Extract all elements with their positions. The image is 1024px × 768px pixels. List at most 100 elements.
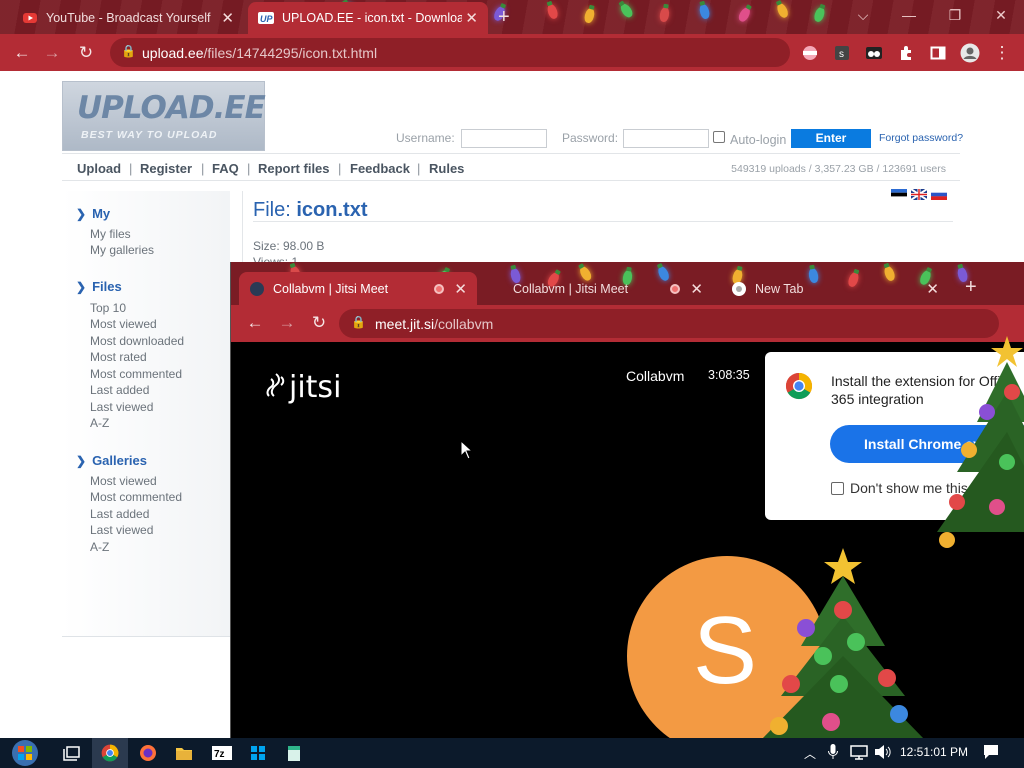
sidebar-link-gallery-most-commented[interactable]: Most commented <box>90 490 182 504</box>
sidebar-heading-my[interactable]: ❯ My <box>76 206 110 221</box>
forgot-password-link[interactable]: Forgot password? <box>879 132 963 144</box>
sidebar-link-most-rated[interactable]: Most rated <box>90 350 147 364</box>
site-logo[interactable]: UPLOAD.EE BEST WAY TO UPLOAD <box>62 81 266 151</box>
nav-faq[interactable]: FAQ <box>212 161 239 176</box>
nav-upload[interactable]: Upload <box>77 161 121 176</box>
close-icon[interactable]: ✕ <box>454 280 467 298</box>
sidebar-link-gallery-last-added[interactable]: Last added <box>90 507 149 521</box>
dont-show-checkbox[interactable] <box>831 482 844 495</box>
title-divider <box>253 221 953 222</box>
notifications-icon[interactable] <box>983 744 999 763</box>
window-close-icon[interactable]: ✕ <box>978 0 1024 30</box>
sidebar-link-gallery-a-z[interactable]: A-Z <box>90 540 109 554</box>
microphone-icon[interactable] <box>828 744 838 763</box>
estonian-flag-icon[interactable] <box>891 189 907 200</box>
logo-tagline: BEST WAY TO UPLOAD <box>81 129 218 141</box>
url-host: upload.ee <box>142 44 204 61</box>
close-icon[interactable]: ✕ <box>221 9 234 27</box>
decoration-light <box>658 6 671 23</box>
tab-upload-ee[interactable]: UP UPLOAD.EE - icon.txt - Download ✕ <box>248 2 488 34</box>
nav-register[interactable]: Register <box>140 161 192 176</box>
inner-tab-collabvm-1[interactable]: Collabvm | Jitsi Meet ✕ <box>239 272 477 305</box>
close-icon[interactable]: ✕ <box>690 280 703 298</box>
inner-address-bar[interactable]: 🔒 meet.jit.si/collabvm <box>339 309 999 338</box>
extension-glasses-icon[interactable] <box>862 41 886 65</box>
menu-icon[interactable]: ⋮ <box>990 41 1014 65</box>
sidebar-link-top-10[interactable]: Top 10 <box>90 301 126 315</box>
jitsi-logo[interactable]: jitsi <box>263 370 341 405</box>
chevron-right-icon: ❯ <box>76 454 87 468</box>
reload-icon[interactable]: ↻ <box>307 311 331 335</box>
taskbar-file-explorer[interactable] <box>166 738 202 768</box>
sidebar-link-last-added[interactable]: Last added <box>90 383 149 397</box>
english-flag-icon[interactable] <box>911 189 927 200</box>
taskbar-7zip[interactable]: 7z <box>204 738 240 768</box>
new-tab-button[interactable]: + <box>498 6 510 29</box>
tab-title: New Tab <box>755 281 804 296</box>
enter-button[interactable]: Enter <box>791 129 871 148</box>
sidebar-heading-galleries[interactable]: ❯ Galleries <box>76 453 147 468</box>
tab-search-icon[interactable]: ⌵ <box>840 0 886 30</box>
password-input[interactable] <box>623 129 709 148</box>
nav-feedback[interactable]: Feedback <box>350 161 410 176</box>
sidebar-link-last-viewed[interactable]: Last viewed <box>90 400 153 414</box>
inner-tab-new-tab[interactable]: New Tab ✕ <box>721 272 949 305</box>
address-bar[interactable]: 🔒 upload.ee/files/14744295/icon.txt.html <box>110 38 790 67</box>
sidebar-icon[interactable] <box>926 41 950 65</box>
volume-icon[interactable] <box>874 744 892 763</box>
russian-flag-icon[interactable] <box>931 189 947 200</box>
tab-youtube[interactable]: YouTube - Broadcast Yourself ✕ <box>12 2 244 34</box>
nav-separator: | <box>417 161 421 176</box>
reload-icon[interactable]: ↻ <box>74 41 98 65</box>
extensions-puzzle-icon[interactable] <box>894 41 918 65</box>
taskbar-clock[interactable]: 12:51:01 PM <box>900 745 968 759</box>
task-view-button[interactable] <box>54 738 90 768</box>
avatar-letter: S <box>693 597 758 704</box>
forward-icon[interactable]: → <box>275 311 299 335</box>
url-host: meet.jit.si <box>375 315 435 332</box>
sidebar-heading-files[interactable]: ❯ Files <box>76 279 122 294</box>
close-icon[interactable]: ✕ <box>465 9 478 27</box>
sidebar-link-most-commented[interactable]: Most commented <box>90 367 182 381</box>
outer-tab-strip: YouTube - Broadcast Yourself ✕ UP UPLOAD… <box>0 0 1024 34</box>
new-tab-button[interactable]: + <box>965 276 977 299</box>
sidebar-link-my-files[interactable]: My files <box>90 227 131 241</box>
tray-expand-icon[interactable]: ︿ <box>804 745 816 762</box>
taskbar-store[interactable] <box>240 738 276 768</box>
sidebar-link-most-downloaded[interactable]: Most downloaded <box>90 334 184 348</box>
profile-icon[interactable] <box>958 41 982 65</box>
minimize-icon[interactable]: — <box>886 0 932 30</box>
sidebar-link-gallery-most-viewed[interactable]: Most viewed <box>90 474 157 488</box>
username-input[interactable] <box>461 129 547 148</box>
sidebar-link-a-z[interactable]: A-Z <box>90 416 109 430</box>
network-icon[interactable] <box>850 744 868 763</box>
lock-icon[interactable]: 🔒 <box>121 44 136 58</box>
restore-icon[interactable]: ❐ <box>932 0 978 30</box>
close-icon[interactable]: ✕ <box>926 280 939 298</box>
nav-report-files[interactable]: Report files <box>258 161 330 176</box>
lock-icon[interactable]: 🔒 <box>351 315 366 329</box>
extension-s-icon[interactable]: s <box>830 41 854 65</box>
autologin-checkbox[interactable] <box>713 131 725 143</box>
forward-icon[interactable]: → <box>40 41 64 65</box>
extension-flag-icon[interactable] <box>798 41 822 65</box>
chrome-icon <box>732 281 746 296</box>
taskbar-notepad[interactable] <box>276 738 312 768</box>
sidebar-link-my-galleries[interactable]: My galleries <box>90 243 154 257</box>
inner-tab-collabvm-2[interactable]: Collabvm | Jitsi Meet ✕ <box>493 272 713 305</box>
taskbar-firefox[interactable] <box>130 738 166 768</box>
sidebar-link-most-viewed[interactable]: Most viewed <box>90 317 157 331</box>
decoration-light <box>618 1 635 20</box>
start-button[interactable] <box>4 738 46 768</box>
nav-rules[interactable]: Rules <box>429 161 464 176</box>
back-icon[interactable]: ← <box>10 41 34 65</box>
decoration-light <box>698 3 711 20</box>
jitsi-browser-window[interactable]: Collabvm | Jitsi Meet ✕ Collabvm | Jitsi… <box>230 262 1024 740</box>
folder-icon <box>176 748 192 760</box>
url-path: /collabvm <box>434 315 494 332</box>
tab-title: UPLOAD.EE - icon.txt - Download <box>282 11 462 25</box>
back-icon[interactable]: ← <box>243 311 267 335</box>
taskbar-chrome[interactable] <box>92 738 128 768</box>
youtube-icon <box>23 13 37 23</box>
sidebar-link-gallery-last-viewed[interactable]: Last viewed <box>90 523 153 537</box>
